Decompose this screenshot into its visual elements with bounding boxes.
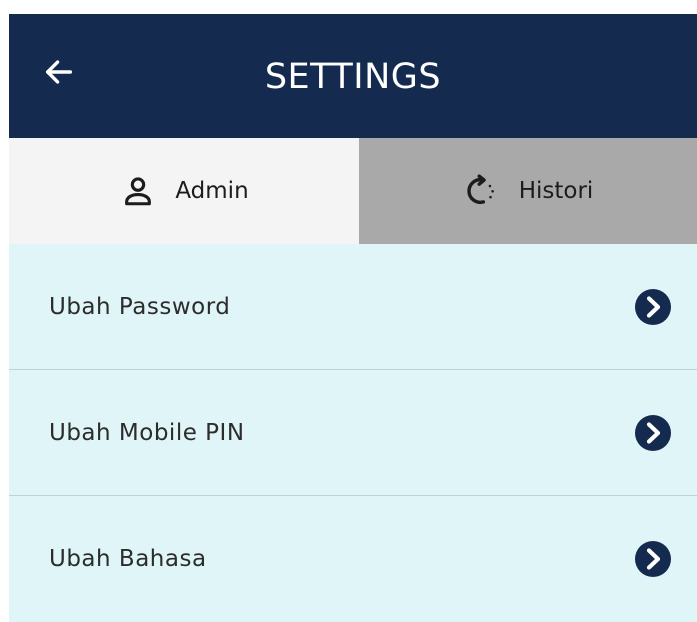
tab-histori-label: Histori [518, 178, 594, 204]
arrow-left-icon [42, 55, 76, 94]
screen: SETTINGS Admin Histori Ubah Password Uba… [0, 0, 697, 622]
back-button[interactable] [39, 54, 79, 94]
tab-admin[interactable]: Admin [9, 138, 359, 244]
menu-item-label: Ubah Password [49, 293, 231, 320]
menu-item-label: Ubah Bahasa [49, 546, 207, 572]
chevron-right-circle-icon[interactable] [633, 287, 673, 327]
menu-item-label: Ubah Mobile PIN [49, 419, 245, 446]
menu-item-ubah-mobile-pin[interactable]: Ubah Mobile PIN [9, 370, 697, 496]
refresh-icon [463, 172, 501, 210]
tab-bar: Admin Histori [9, 138, 697, 244]
tab-histori[interactable]: Histori [359, 138, 697, 244]
header-bar: SETTINGS [9, 14, 697, 138]
user-icon [119, 172, 157, 210]
settings-app: SETTINGS Admin Histori Ubah Password Uba… [9, 14, 697, 622]
tab-admin-label: Admin [175, 178, 249, 204]
settings-menu-list: Ubah Password Ubah Mobile PIN Ubah Bahas… [9, 244, 697, 622]
chevron-right-circle-icon[interactable] [633, 539, 673, 579]
chevron-right-circle-icon[interactable] [633, 413, 673, 453]
menu-item-ubah-bahasa[interactable]: Ubah Bahasa [9, 496, 697, 622]
menu-item-ubah-password[interactable]: Ubah Password [9, 244, 697, 370]
page-title: SETTINGS [264, 57, 442, 97]
